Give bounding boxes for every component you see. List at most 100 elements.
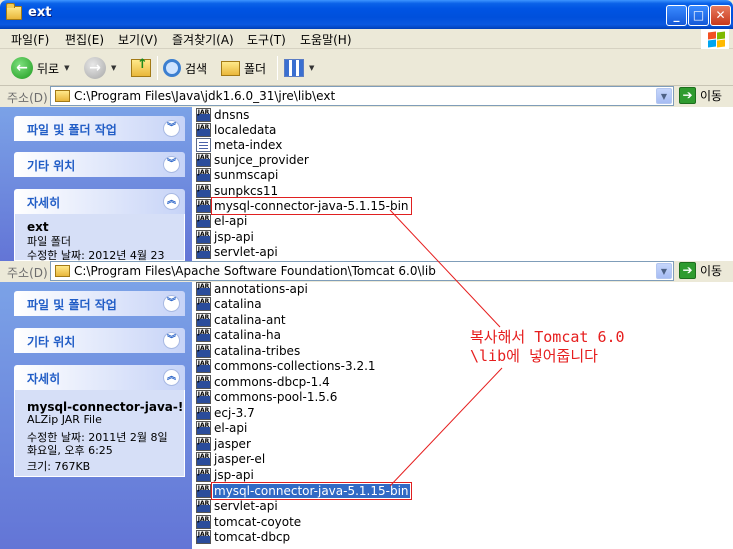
other-places-header[interactable]: 기타 위치 ︾ — [14, 328, 185, 353]
detail-name: ext — [27, 220, 49, 234]
list-item[interactable]: JAR sunmscapi — [196, 167, 279, 183]
list-item[interactable]: JAR el-api — [196, 420, 248, 436]
jar-icon: JAR — [196, 484, 211, 498]
up-folder-button[interactable]: ↑ — [131, 55, 151, 81]
address-label: 주소(D) — [7, 91, 48, 105]
jar-icon: JAR — [196, 168, 211, 182]
list-item[interactable]: JAR localedata — [196, 122, 277, 138]
details-header[interactable]: 자세히 ︽ — [14, 365, 185, 390]
file-name: jsp-api — [214, 468, 254, 482]
menu-favorites[interactable]: 즐겨찾기(A) — [172, 31, 234, 48]
document-icon — [196, 138, 211, 152]
address-path: C:\Program Files\Java\jdk1.6.0_31\jre\li… — [74, 89, 336, 103]
jar-icon: JAR — [196, 437, 211, 451]
list-item[interactable]: JAR servlet-api — [196, 244, 279, 260]
jar-icon: JAR — [196, 515, 211, 529]
list-item[interactable]: JAR jsp-api — [196, 229, 255, 245]
other-places-header[interactable]: 기타 위치 ︾ — [14, 152, 185, 177]
jar-icon: JAR — [196, 214, 211, 228]
list-item[interactable]: JAR commons-pool-1.5.6 — [196, 389, 338, 405]
address-bar-bottom: 주소(D) C:\Program Files\Apache Software F… — [0, 261, 733, 282]
chevron-down-icon[interactable]: ▼ — [656, 263, 672, 279]
file-name: sunmscapi — [214, 168, 279, 182]
address-input[interactable]: C:\Program Files\Apache Software Foundat… — [50, 261, 674, 281]
file-folder-tasks-header[interactable]: 파일 및 폴더 작업 ︾ — [14, 291, 185, 316]
menu-edit[interactable]: 편집(E) — [65, 31, 104, 48]
jar-icon: JAR — [196, 468, 211, 482]
list-item[interactable]: JAR jasper-el — [196, 451, 266, 467]
task-pane-bottom: 파일 및 폴더 작업 ︾ 기타 위치 ︾ 자세히 ︽ mysql-connect… — [0, 282, 192, 549]
list-item[interactable]: JAR el-api — [196, 213, 248, 229]
views-icon — [284, 59, 304, 77]
up-folder-icon: ↑ — [131, 57, 151, 77]
list-item[interactable]: JAR catalina-ha — [196, 327, 282, 343]
detail-type: ALZip JAR File — [27, 413, 102, 426]
file-name: dnsns — [214, 108, 250, 122]
list-item[interactable]: JAR dnsns — [196, 107, 250, 123]
jar-icon: JAR — [196, 530, 211, 544]
chevron-down-icon[interactable]: ︾ — [163, 120, 180, 137]
list-item[interactable]: JAR catalina — [196, 296, 263, 312]
go-label: 이동 — [700, 264, 723, 278]
list-item[interactable]: meta-index — [196, 137, 283, 153]
chevron-down-icon[interactable]: ︾ — [163, 156, 180, 173]
list-item[interactable]: JAR sunjce_provider — [196, 152, 310, 168]
list-item[interactable]: JAR ecj-3.7 — [196, 405, 256, 421]
close-button[interactable]: ✕ — [710, 5, 731, 26]
file-name: mysql-connector-java-5.1.15-bin — [211, 197, 412, 215]
back-button[interactable]: ← 뒤로 ▼ — [11, 55, 69, 81]
menu-tools[interactable]: 도구(T) — [247, 31, 286, 48]
chevron-up-icon[interactable]: ︽ — [163, 369, 180, 386]
list-item[interactable]: JAR tomcat-coyote — [196, 514, 302, 530]
title-bar[interactable]: ext _ □ ✕ — [0, 0, 733, 29]
folders-button[interactable]: 폴더 — [221, 55, 266, 81]
go-button[interactable]: ➔ 이동 — [679, 262, 722, 279]
details-header[interactable]: 자세히 ︽ — [14, 189, 185, 214]
menu-view[interactable]: 보기(V) — [118, 31, 158, 48]
other-places-title: 기타 위치 — [27, 159, 76, 173]
list-item[interactable]: JAR annotations-api — [196, 282, 309, 297]
jar-icon: JAR — [196, 328, 211, 342]
go-button[interactable]: ➔ 이동 — [679, 87, 722, 104]
chevron-down-icon[interactable]: ▼ — [309, 64, 314, 72]
file-name: el-api — [214, 421, 248, 435]
menu-file[interactable]: 파일(F) — [11, 31, 49, 48]
file-name: servlet-api — [214, 499, 278, 513]
maximize-button[interactable]: □ — [688, 5, 709, 26]
list-item[interactable]: JAR catalina-ant — [196, 312, 287, 328]
chevron-down-icon[interactable]: ▼ — [111, 64, 116, 72]
file-folder-tasks-header[interactable]: 파일 및 폴더 작업 ︾ — [14, 116, 185, 141]
file-name: catalina-ant — [214, 313, 286, 327]
list-item[interactable]: JAR jsp-api — [196, 467, 255, 483]
list-item-selected[interactable]: JAR mysql-connector-java-5.1.15-bin — [196, 482, 412, 500]
list-item[interactable]: JAR tomcat-dbcp — [196, 529, 291, 545]
chevron-down-icon[interactable]: ︾ — [163, 295, 180, 312]
file-name: localedata — [214, 123, 277, 137]
chevron-down-icon[interactable]: ▼ — [64, 64, 69, 72]
jar-icon: JAR — [196, 313, 211, 327]
forward-button[interactable]: → ▼ — [84, 55, 116, 81]
chevron-down-icon[interactable]: ︾ — [163, 332, 180, 349]
menu-help[interactable]: 도움말(H) — [300, 31, 352, 48]
views-button[interactable]: ▼ — [284, 55, 314, 81]
file-name: el-api — [214, 214, 248, 228]
forward-arrow-icon: → — [84, 57, 106, 79]
file-list-bottom: JAR annotations-api JAR catalina JAR catali… — [192, 282, 733, 549]
list-item[interactable]: JAR servlet-api — [196, 498, 279, 514]
list-item-highlighted[interactable]: JAR mysql-connector-java-5.1.15-bin — [196, 197, 412, 215]
list-item[interactable]: JAR commons-collections-3.2.1 — [196, 358, 377, 374]
search-button[interactable]: 검색 — [163, 55, 207, 81]
chevron-up-icon[interactable]: ︽ — [163, 193, 180, 210]
list-item[interactable]: JAR jasper — [196, 436, 252, 452]
list-item[interactable]: JAR catalina-tribes — [196, 343, 301, 359]
list-item[interactable]: JAR commons-dbcp-1.4 — [196, 374, 331, 390]
file-name: tomcat-coyote — [214, 515, 302, 529]
address-input[interactable]: C:\Program Files\Java\jdk1.6.0_31\jre\li… — [50, 86, 674, 106]
minimize-button[interactable]: _ — [666, 5, 687, 26]
jar-icon: JAR — [196, 297, 211, 311]
folders-label: 폴더 — [244, 61, 267, 76]
chevron-down-icon[interactable]: ▼ — [656, 88, 672, 104]
file-name: commons-pool-1.5.6 — [214, 390, 338, 404]
go-label: 이동 — [700, 89, 723, 103]
list-item[interactable]: JAR sunpkcs11 — [196, 183, 279, 199]
